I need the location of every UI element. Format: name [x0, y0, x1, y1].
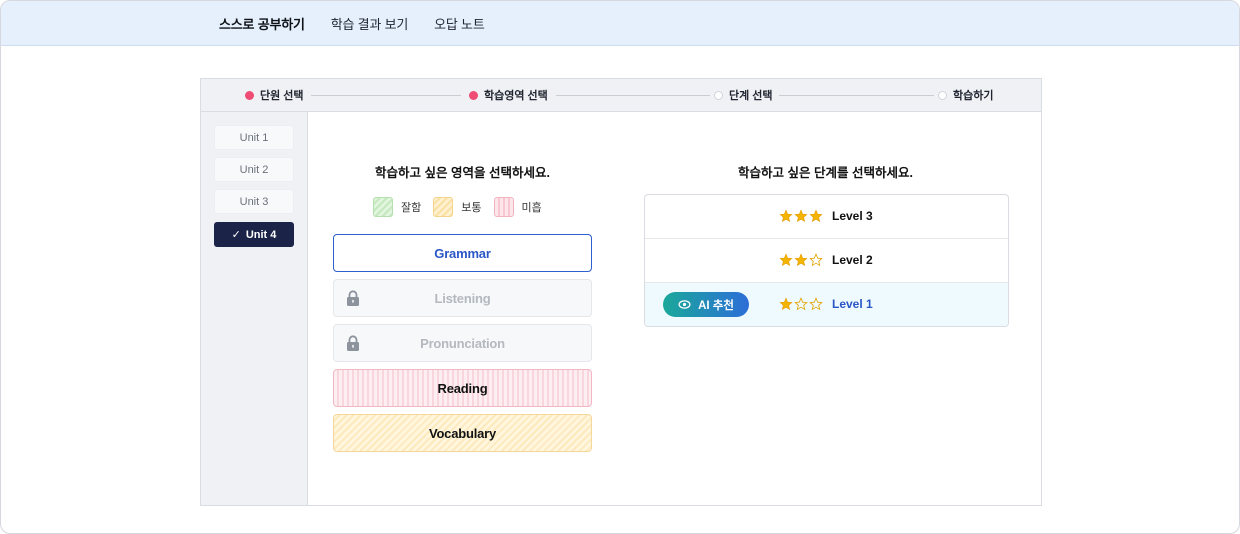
- step-connector: [556, 95, 711, 96]
- star-filled-icon: [779, 297, 793, 311]
- star-filled-icon: [809, 209, 823, 223]
- legend-swatch-good: [373, 197, 393, 217]
- area-label: Vocabulary: [428, 425, 497, 441]
- step-dot-pending: [938, 90, 947, 100]
- step-study: 학습하기: [934, 79, 998, 111]
- study-panel: 단원 선택 학습영역 선택 단계 선택 학습하기 Unit 1 Unit 2 U…: [200, 78, 1042, 506]
- level-3-option[interactable]: Level 3: [645, 195, 1008, 239]
- star-filled-icon: [794, 209, 808, 223]
- nav-study-results[interactable]: 학습 결과 보기: [331, 14, 409, 33]
- area-listening-button[interactable]: Listening: [333, 279, 592, 317]
- step-dot-done: [245, 90, 254, 100]
- step-unit-select: 단원 선택: [241, 79, 308, 111]
- star-filled-icon: [779, 253, 793, 267]
- unit-3-button[interactable]: Unit 3: [214, 189, 294, 214]
- step-dot-pending: [714, 90, 723, 100]
- step-label: 학습하기: [953, 90, 994, 102]
- step-connector: [779, 95, 934, 96]
- unit-label: Unit 3: [239, 195, 269, 208]
- app-window: 스스로 공부하기 학습 결과 보기 오답 노트 단원 선택 학습영역 선택 단계…: [0, 0, 1240, 534]
- unit-2-button[interactable]: Unit 2: [214, 157, 294, 182]
- eye-icon: [678, 300, 691, 309]
- level-2-option[interactable]: Level 2: [645, 239, 1008, 283]
- unit-1-button[interactable]: Unit 1: [214, 125, 294, 150]
- legend-swatch-poor: [493, 197, 514, 217]
- level-list: Level 3 Level 2 AI 추천 Level 1: [644, 194, 1009, 327]
- nav-wrong-answer-note[interactable]: 오답 노트: [434, 14, 485, 33]
- lock-icon: [347, 290, 359, 306]
- legend-label: 미흡: [521, 202, 542, 214]
- unit-sidebar: Unit 1 Unit 2 Unit 3 ✓ Unit 4: [201, 112, 308, 505]
- check-icon: ✓: [231, 229, 241, 241]
- area-pronunciation-button[interactable]: Pronunciation: [333, 324, 592, 362]
- legend-swatch-average: [433, 197, 454, 217]
- area-label: Grammar: [434, 245, 491, 261]
- level-label: Level 3: [832, 209, 873, 223]
- unit-label: Unit 4: [245, 228, 277, 241]
- area-grammar-button[interactable]: Grammar: [333, 234, 592, 272]
- step-level-select: 단계 선택: [710, 79, 777, 111]
- area-reading-button[interactable]: Reading: [333, 369, 592, 407]
- proficiency-legend: 잘함 보통 미흡: [373, 197, 554, 217]
- area-label: Listening: [434, 290, 491, 306]
- step-connector: [311, 95, 461, 96]
- step-label: 단원 선택: [260, 90, 304, 102]
- level-1-option[interactable]: AI 추천 Level 1: [645, 283, 1008, 326]
- lock-icon: [347, 335, 359, 351]
- star-filled-icon: [794, 253, 808, 267]
- star-filled-icon: [779, 209, 793, 223]
- top-navigation: 스스로 공부하기 학습 결과 보기 오답 노트: [1, 1, 1239, 46]
- step-label: 단계 선택: [729, 90, 773, 102]
- level-label: Level 1: [832, 297, 873, 311]
- area-label: Reading: [437, 380, 488, 396]
- progress-stepper: 단원 선택 학습영역 선택 단계 선택 학습하기: [201, 79, 1041, 112]
- area-section-title: 학습하고 싶은 영역을 선택하세요.: [375, 166, 550, 180]
- legend-label: 보통: [461, 202, 482, 214]
- legend-label: 잘함: [401, 202, 422, 214]
- level-section-title: 학습하고 싶은 단계를 선택하세요.: [738, 166, 913, 180]
- area-label: Pronunciation: [420, 335, 505, 351]
- unit-4-button[interactable]: ✓ Unit 4: [214, 222, 294, 247]
- ai-badge-label: AI 추천: [698, 299, 734, 312]
- star-empty-icon: [809, 253, 823, 267]
- star-rating: [779, 253, 824, 267]
- step-dot-done: [469, 90, 478, 100]
- step-area-select: 학습영역 선택: [465, 79, 552, 111]
- star-rating: [779, 209, 824, 223]
- area-vocabulary-button[interactable]: Vocabulary: [333, 414, 592, 452]
- ai-recommend-badge: AI 추천: [663, 292, 749, 317]
- level-label: Level 2: [832, 253, 873, 267]
- star-empty-icon: [809, 297, 823, 311]
- star-empty-icon: [794, 297, 808, 311]
- star-rating: [779, 297, 824, 311]
- unit-label: Unit 1: [239, 131, 269, 144]
- unit-label: Unit 2: [239, 163, 269, 176]
- step-label: 학습영역 선택: [484, 90, 548, 102]
- nav-self-study[interactable]: 스스로 공부하기: [219, 14, 305, 33]
